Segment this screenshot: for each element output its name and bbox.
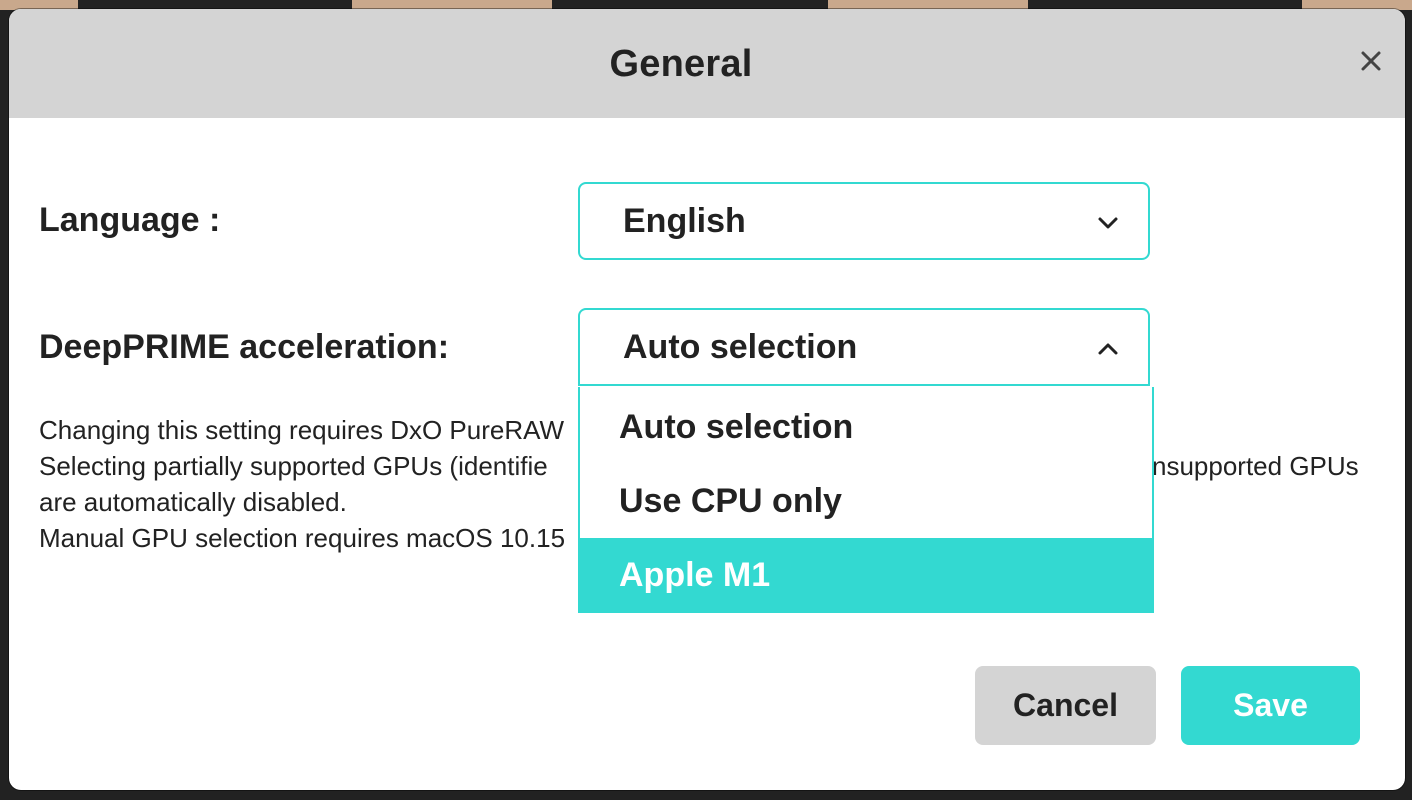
dropdown-option-apple-m1[interactable]: Apple M1 [580,538,1152,611]
help-line-end: nsupported GPUs [1152,451,1359,481]
dropdown-option-use-cpu-only[interactable]: Use CPU only [580,464,1152,538]
language-select[interactable]: English [578,182,1150,260]
deepprime-select-value: Auto selection [623,328,858,366]
chevron-down-icon [1098,217,1118,229]
dialog-header: General [9,9,1405,118]
close-button[interactable] [1355,45,1387,77]
language-select-value: English [623,202,746,240]
deepprime-label: DeepPRIME acceleration: [39,328,450,366]
close-icon [1361,51,1381,71]
save-button[interactable]: Save [1181,666,1360,745]
deepprime-select[interactable]: Auto selection [578,308,1150,386]
dialog-title: General [609,43,753,85]
help-line-start: Selecting partially supported GPUs (iden… [39,451,548,481]
chevron-up-icon [1098,343,1118,355]
general-settings-dialog: General Language : English DeepPRIME acc… [9,9,1405,790]
language-label: Language : [39,201,221,239]
dropdown-option-auto-selection[interactable]: Auto selection [580,390,1152,464]
deepprime-dropdown-menu: Auto selection Use CPU only Apple M1 [578,387,1154,613]
cancel-button[interactable]: Cancel [975,666,1156,745]
